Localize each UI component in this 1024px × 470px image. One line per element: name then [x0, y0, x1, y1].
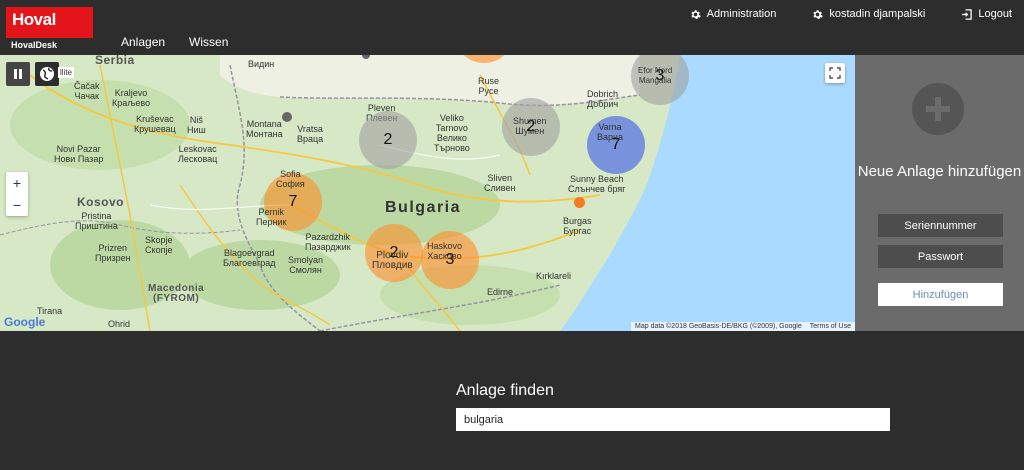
attribution-text: Map data ©2018 GeoBasis-DE/BKG (©2009), …: [635, 323, 802, 330]
logout-link[interactable]: Logout: [961, 8, 1012, 20]
map-label-leskovac: Leskovac Лесковац: [178, 144, 218, 164]
gear-icon: [691, 9, 701, 19]
map-label-serbia: Serbia: [95, 55, 135, 67]
find-installation-input[interactable]: bulgaria: [456, 408, 890, 431]
map-toggle-button[interactable]: [6, 62, 30, 86]
map-label-sliven: Sliven Сливен: [484, 173, 516, 193]
cluster-label-sofia: Sofia София: [276, 169, 305, 189]
map-label-veliko: Veliko Tarnovo Велико Търново: [434, 113, 470, 153]
map-label-nis: Niš Ниш: [187, 115, 206, 135]
cluster-label-plovdiv: Plovdiv Пловдив: [372, 250, 413, 271]
user-name: kostadin djampalski: [829, 8, 926, 20]
terms-link[interactable]: Terms of Use: [810, 323, 851, 330]
nav-wissen[interactable]: Wissen: [189, 35, 228, 49]
serial-number-field[interactable]: Seriennummer: [878, 214, 1003, 237]
logout-label: Logout: [978, 8, 1012, 20]
map-label-macedonia: Macedonia (FYROM): [148, 283, 205, 304]
logo-subtitle: HovalDesk: [11, 40, 58, 50]
hoval-logo[interactable]: Hoval HovalDesk: [6, 7, 93, 51]
fullscreen-button[interactable]: [825, 63, 845, 83]
map-attribution: Map data ©2018 GeoBasis-DE/BKG (©2009), …: [631, 322, 855, 331]
cluster-marker-pleven[interactable]: 2: [359, 111, 417, 169]
map-label-vidin: Видин: [248, 59, 275, 69]
logout-icon: [962, 8, 973, 20]
map-label-novipazar: Novi Pazar Нови Пазар: [54, 144, 104, 164]
map-label-kirklareli: Kırklareli: [536, 271, 572, 281]
map[interactable]: Serbia Видин Ruse Русе Dobrich Добрич Ča…: [0, 55, 855, 331]
cluster-label-pernik: Pernik Перник: [256, 207, 287, 227]
map-label-krusevac: Kruševac Крушевац: [134, 114, 176, 134]
find-installation-title: Anlage finden: [456, 382, 554, 399]
user-link[interactable]: kostadin djampalski: [812, 8, 925, 20]
add-installation-panel: Neue Anlage hinzufügen Seriennummer Pass…: [855, 55, 1024, 331]
map-label-vratsa: Vratsa Враца: [297, 124, 324, 144]
map-label-blagoevgrad: Blagoevgrad Благоевград: [223, 248, 276, 268]
pause-icon: [14, 69, 22, 79]
plus-icon: [926, 97, 950, 121]
map-label-burgas: Burgas Бургас: [563, 216, 592, 236]
cluster-label-haskovo: Haskovo Хасково: [427, 241, 463, 261]
map-label-ruse: Ruse Русе: [478, 76, 500, 96]
gear-icon: [813, 9, 824, 19]
map-label-prizren: Prizren Призрен: [95, 243, 131, 263]
add-circle[interactable]: [912, 83, 964, 135]
administration-label: Administration: [706, 8, 777, 20]
map-label-ohrid: Ohrid: [108, 319, 131, 329]
map-label-edirne: Edirne: [487, 287, 514, 297]
fullscreen-icon: [829, 67, 841, 79]
cluster-label-shumen: Shumen Шумен: [513, 116, 547, 136]
globe-button[interactable]: [35, 62, 59, 86]
zoom-in-button[interactable]: +: [6, 172, 28, 194]
map-label-montana: Montana Монтана: [246, 119, 283, 139]
location-pin-montana[interactable]: [282, 112, 292, 122]
map-label-bulgaria: Bulgaria: [385, 199, 462, 216]
main-nav: Anlagen Wissen: [121, 35, 228, 49]
nav-anlagen[interactable]: Anlagen: [121, 35, 165, 49]
map-label-pristina: Pristina Приштина: [75, 211, 118, 231]
map-label-cacak: Čačak Чачак: [74, 81, 100, 101]
zoom-out-button[interactable]: −: [6, 194, 28, 216]
top-right-menu: Administration kostadin djampalski Logou…: [690, 8, 1012, 20]
add-button[interactable]: Hinzufügen: [878, 283, 1003, 306]
password-field[interactable]: Passwort: [878, 245, 1003, 268]
google-logo: Google: [4, 315, 46, 329]
map-label-kraljevo: Kraljevo Краљево: [112, 88, 151, 108]
location-pin-burgas[interactable]: [574, 197, 585, 208]
map-label-kosovo: Kosovo: [77, 195, 125, 209]
satellite-toggle[interactable]: llite: [58, 67, 75, 78]
top-bar: Hoval HovalDesk Anlagen Wissen Administr…: [0, 0, 1024, 55]
map-label-smolyan: Smolyan Смолян: [288, 255, 324, 275]
map-label-skopje: Skopje Скопје: [145, 235, 173, 255]
map-label-dobrich: Dobrich Добрич: [587, 89, 619, 109]
cluster-label-efor: Efor Nord Mangalia: [638, 66, 673, 85]
cluster-label-varna: Varna Варна: [597, 122, 623, 142]
map-label-sunny: Sunny Beach Слънчев бряг: [568, 174, 626, 194]
globe-icon: [40, 67, 54, 81]
add-installation-title: Neue Anlage hinzufügen: [857, 163, 1022, 180]
map-label-pazardzhik: Pazardzhik Пазарджик: [305, 232, 351, 252]
zoom-controls: + −: [6, 172, 28, 216]
administration-link[interactable]: Administration: [690, 8, 777, 20]
page: Hoval HovalDesk Anlagen Wissen Administr…: [0, 0, 1024, 470]
logo-text: Hoval: [12, 10, 56, 29]
